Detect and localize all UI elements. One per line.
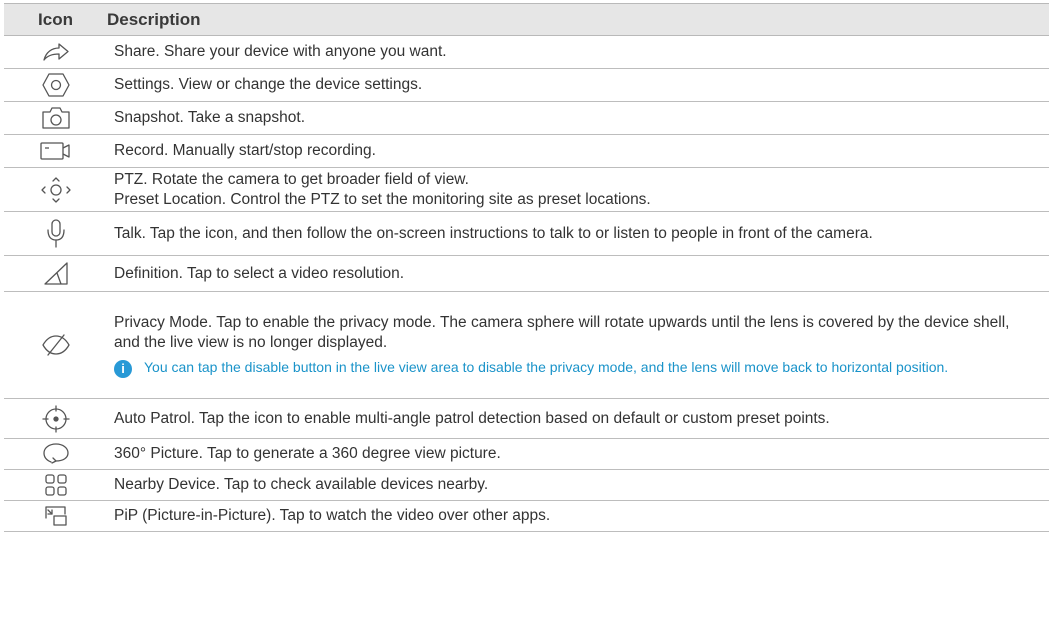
table-cell-description: Share. Share your device with anyone you… [107,35,1049,69]
share-icon [4,35,107,69]
pip-icon [4,500,107,532]
table-cell-description: Settings. View or change the device sett… [107,68,1049,102]
table-cell-description: Nearby Device. Tap to check available de… [107,469,1049,501]
table-row: PiP (Picture-in-Picture). Tap to watch t… [4,500,1049,532]
icon-column-header: Icon [4,3,107,36]
microphone-icon [4,211,107,256]
info-note-text: You can tap the disable button in the li… [144,358,949,375]
info-icon: i [114,359,132,378]
camera-icon [4,101,107,135]
table-cell-description: Snapshot. Take a snapshot. [107,101,1049,135]
nearby-device-icon [4,469,107,501]
table-row: Nearby Device. Tap to check available de… [4,469,1049,501]
info-note: i You can tap the disable button in the … [114,359,1039,378]
ptz-description: PTZ. Rotate the camera to get broader fi… [114,170,469,188]
description-column-header: Description [107,3,1049,36]
table-cell-description: Privacy Mode. Tap to enable the privacy … [107,291,1049,399]
preset-location-description: Preset Location. Control the PTZ to set … [114,190,651,208]
table-cell-description: Talk. Tap the icon, and then follow the … [107,211,1049,256]
360-picture-icon [4,438,107,470]
table-row: Settings. View or change the device sett… [4,68,1049,102]
table-cell-description: PiP (Picture-in-Picture). Tap to watch t… [107,500,1049,532]
table-cell-description: Auto Patrol. Tap the icon to enable mult… [107,398,1049,439]
table-row: 360° Picture. Tap to generate a 360 degr… [4,438,1049,470]
table-row: Definition. Tap to select a video resolu… [4,255,1049,292]
table-cell-description: 360° Picture. Tap to generate a 360 degr… [107,438,1049,470]
table-row: Snapshot. Take a snapshot. [4,101,1049,135]
table-row: Record. Manually start/stop recording. [4,134,1049,168]
privacy-mode-description: Privacy Mode. Tap to enable the privacy … [114,313,1010,351]
definition-icon [4,255,107,292]
privacy-icon [4,291,107,399]
table-row: Privacy Mode. Tap to enable the privacy … [4,291,1049,399]
table-cell-description: Record. Manually start/stop recording. [107,134,1049,168]
ptz-icon [4,167,107,212]
table-header-row: Icon Description [4,3,1049,36]
table-row: Share. Share your device with anyone you… [4,35,1049,69]
record-icon [4,134,107,168]
table-row: Talk. Tap the icon, and then follow the … [4,211,1049,256]
icon-description-table: Icon Description Share. Share your devic… [4,3,1049,532]
table-row: Auto Patrol. Tap the icon to enable mult… [4,398,1049,439]
table-cell-description: PTZ. Rotate the camera to get broader fi… [107,167,1049,212]
table-cell-description: Definition. Tap to select a video resolu… [107,255,1049,292]
table-row: PTZ. Rotate the camera to get broader fi… [4,167,1049,212]
settings-icon [4,68,107,102]
auto-patrol-icon [4,398,107,439]
